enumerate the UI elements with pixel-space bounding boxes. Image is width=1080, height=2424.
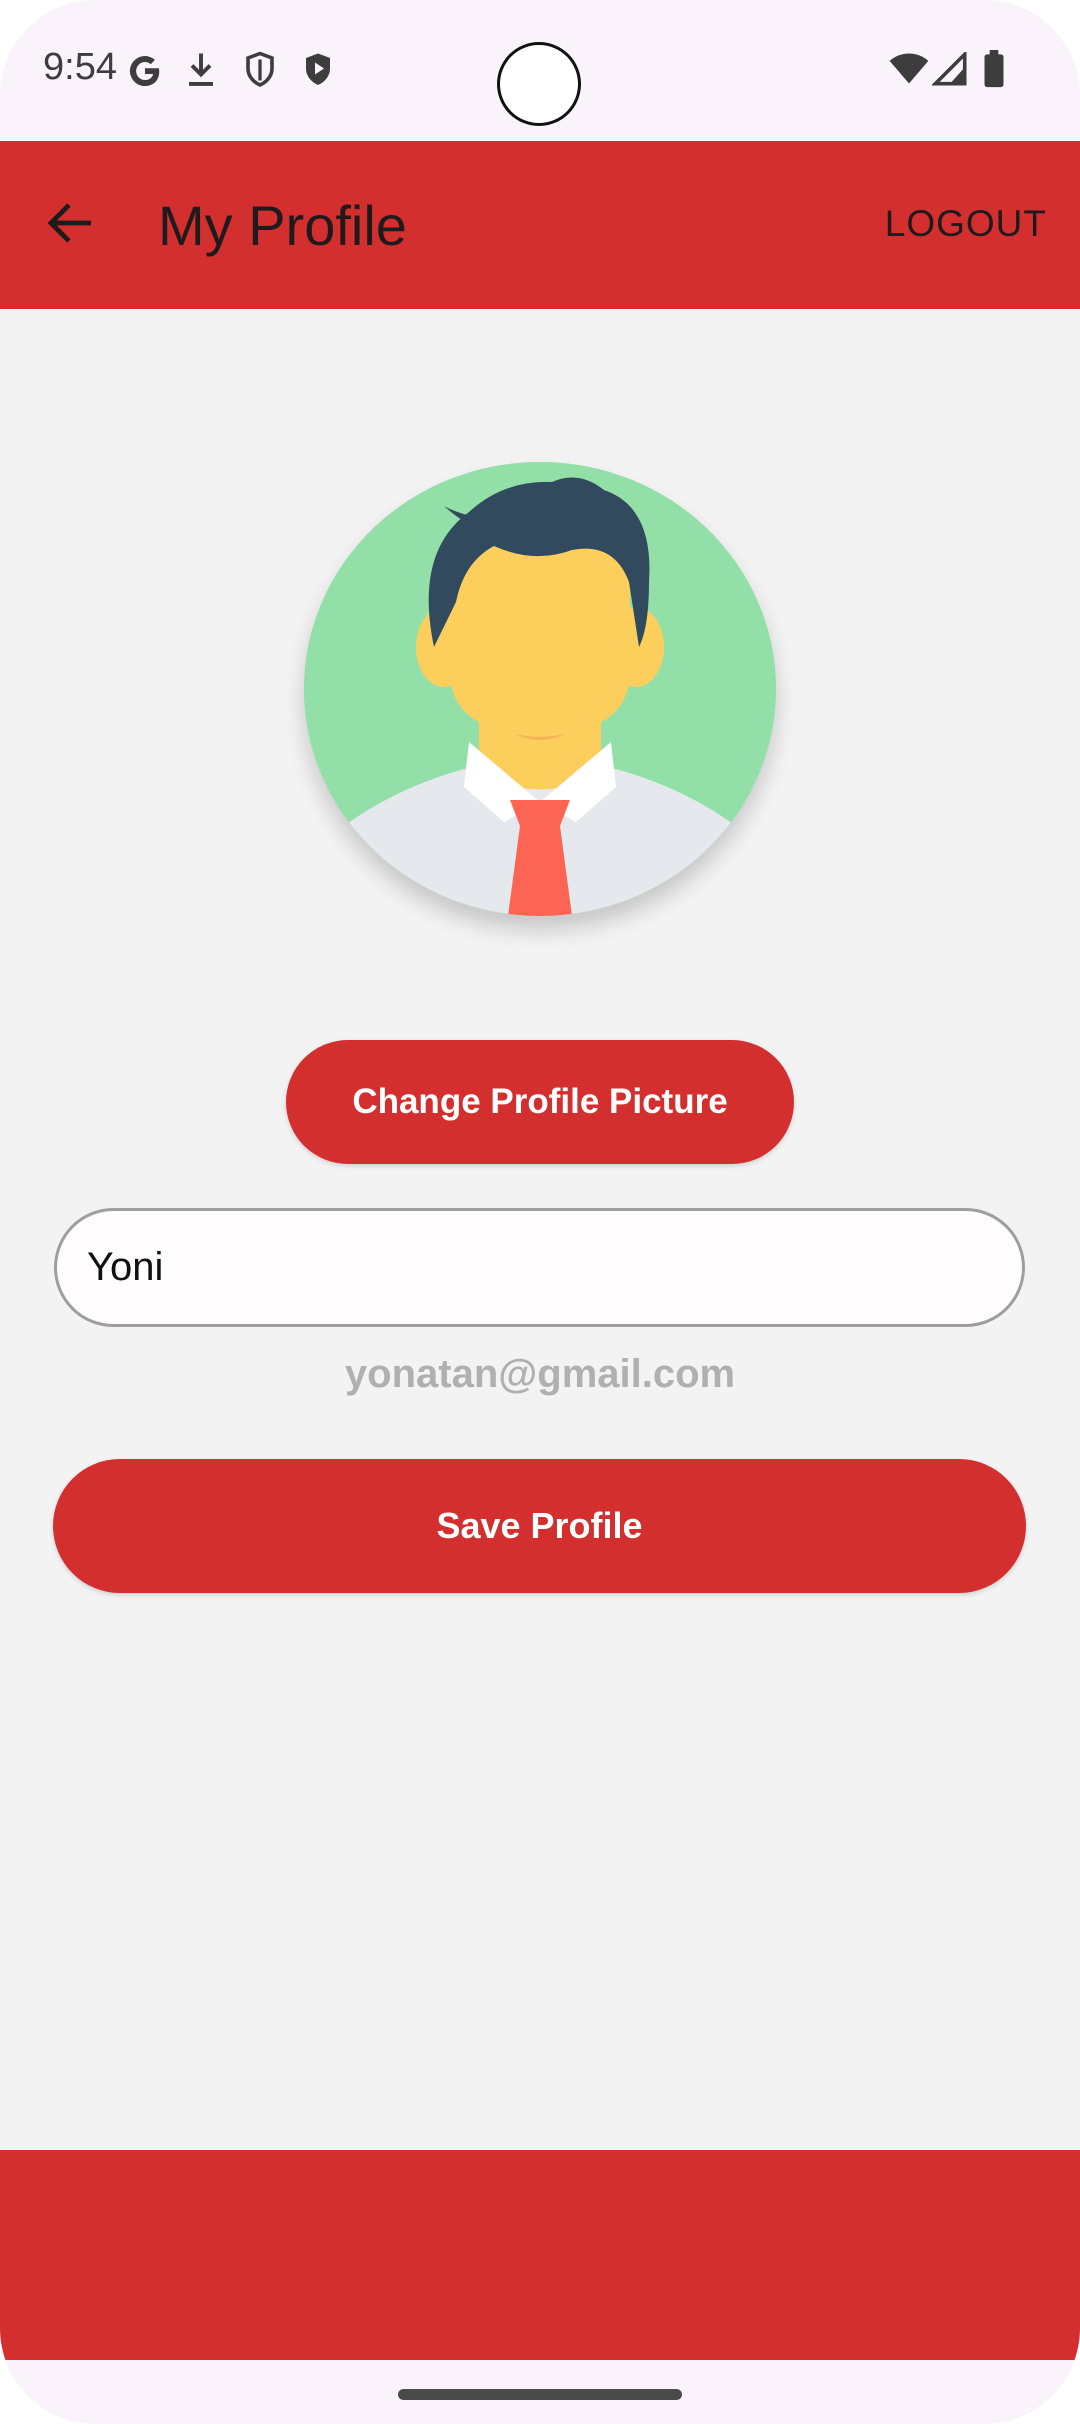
google-g-icon [126, 52, 164, 95]
save-profile-button[interactable]: Save Profile [53, 1459, 1026, 1593]
logout-button[interactable]: LOGOUT [885, 203, 1047, 245]
download-icon [183, 50, 219, 95]
back-button[interactable] [36, 185, 106, 265]
app-bar: My Profile LOGOUT [0, 141, 1080, 309]
phone-screen: 9:54 My Profile LOGOUT Change Profile Pi… [0, 0, 1080, 2424]
email-text: yonatan@gmail.com [344, 1352, 736, 1396]
shield-outline-icon [242, 50, 278, 95]
page-title: My Profile [158, 194, 407, 257]
change-profile-picture-button[interactable]: Change Profile Picture [286, 1040, 794, 1164]
shield-play-icon [300, 50, 336, 95]
home-indicator[interactable] [398, 2389, 682, 2400]
battery-icon [983, 50, 1005, 93]
status-time: 9:54 [43, 46, 117, 88]
name-input[interactable]: Yoni [54, 1208, 1025, 1327]
wifi-icon [888, 52, 930, 91]
bottom-bar [0, 2150, 1080, 2360]
arrow-back-icon [47, 201, 95, 250]
person-avatar-illustration [304, 462, 776, 916]
camera-cutout [497, 42, 581, 126]
cell-signal-icon [930, 49, 968, 91]
status-bar: 9:54 [0, 0, 1080, 141]
profile-avatar[interactable] [304, 462, 776, 916]
